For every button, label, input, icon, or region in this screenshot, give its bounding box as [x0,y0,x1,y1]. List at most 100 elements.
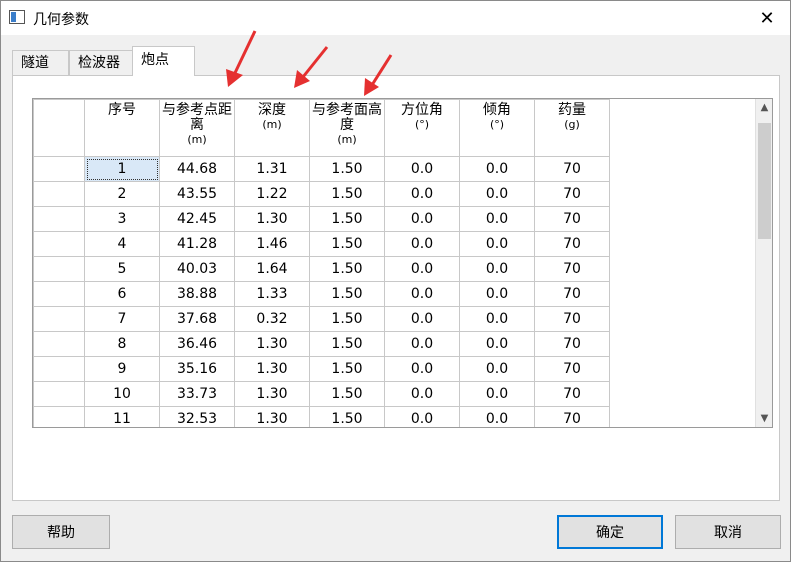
cell-index[interactable]: 10 [84,381,160,407]
cell-azimuth[interactable]: 0.0 [384,181,460,207]
col-header-dip[interactable]: 倾角 (°) [459,99,535,157]
cell-charge[interactable]: 70 [534,306,610,332]
table-row[interactable]: 11 32.53 1.30 1.50 0.0 0.0 70 [33,406,610,427]
cell-height[interactable]: 1.50 [309,181,385,207]
cell-index[interactable]: 1 [84,156,160,182]
cell-azimuth[interactable]: 0.0 [384,406,460,427]
cell-dip[interactable]: 0.0 [459,206,535,232]
col-header-height[interactable]: 与参考面高度 (m) [309,99,385,157]
table-row[interactable]: 9 35.16 1.30 1.50 0.0 0.0 70 [33,356,610,382]
cell-height[interactable]: 1.50 [309,381,385,407]
cell-azimuth[interactable]: 0.0 [384,331,460,357]
cell-azimuth[interactable]: 0.0 [384,231,460,257]
cell-charge[interactable]: 70 [534,181,610,207]
cell-height[interactable]: 1.50 [309,256,385,282]
cell-azimuth[interactable]: 0.0 [384,206,460,232]
cell-distance[interactable]: 38.88 [159,281,235,307]
table-row[interactable]: 2 43.55 1.22 1.50 0.0 0.0 70 [33,181,610,207]
scroll-down-icon[interactable]: ▼ [756,410,772,427]
row-header[interactable] [33,256,85,282]
cell-charge[interactable]: 70 [534,356,610,382]
cell-charge[interactable]: 70 [534,256,610,282]
cell-index[interactable]: 5 [84,256,160,282]
cell-dip[interactable]: 0.0 [459,356,535,382]
cell-index[interactable]: 4 [84,231,160,257]
row-header[interactable] [33,381,85,407]
cell-height[interactable]: 1.50 [309,156,385,182]
cell-charge[interactable]: 70 [534,281,610,307]
cell-depth[interactable]: 1.30 [234,356,310,382]
cell-charge[interactable]: 70 [534,206,610,232]
cell-distance[interactable]: 43.55 [159,181,235,207]
table-row[interactable]: 6 38.88 1.33 1.50 0.0 0.0 70 [33,281,610,307]
table-row[interactable]: 1 44.68 1.31 1.50 0.0 0.0 70 [33,156,610,182]
table-row[interactable]: 5 40.03 1.64 1.50 0.0 0.0 70 [33,256,610,282]
col-header-charge[interactable]: 药量 (g) [534,99,610,157]
row-header[interactable] [33,206,85,232]
cell-distance[interactable]: 44.68 [159,156,235,182]
cell-distance[interactable]: 40.03 [159,256,235,282]
cell-dip[interactable]: 0.0 [459,181,535,207]
cell-depth[interactable]: 1.46 [234,231,310,257]
cell-height[interactable]: 1.50 [309,306,385,332]
cell-index[interactable]: 9 [84,356,160,382]
row-header[interactable] [33,406,85,427]
cell-distance[interactable]: 42.45 [159,206,235,232]
cell-azimuth[interactable]: 0.0 [384,306,460,332]
col-header-depth[interactable]: 深度 (m) [234,99,310,157]
cell-height[interactable]: 1.50 [309,281,385,307]
cell-height[interactable]: 1.50 [309,231,385,257]
row-header[interactable] [33,156,85,182]
cell-height[interactable]: 1.50 [309,356,385,382]
cell-height[interactable]: 1.50 [309,406,385,427]
cell-depth[interactable]: 1.30 [234,331,310,357]
table-row[interactable]: 10 33.73 1.30 1.50 0.0 0.0 70 [33,381,610,407]
cell-dip[interactable]: 0.0 [459,281,535,307]
cell-dip[interactable]: 0.0 [459,406,535,427]
cell-index[interactable]: 8 [84,331,160,357]
cell-dip[interactable]: 0.0 [459,256,535,282]
table-row[interactable]: 8 36.46 1.30 1.50 0.0 0.0 70 [33,331,610,357]
cell-charge[interactable]: 70 [534,156,610,182]
cell-azimuth[interactable]: 0.0 [384,356,460,382]
tab-geophone[interactable]: 检波器 [69,50,134,76]
cell-distance[interactable]: 35.16 [159,356,235,382]
cell-charge[interactable]: 70 [534,406,610,427]
cell-depth[interactable]: 1.33 [234,281,310,307]
cancel-button[interactable]: 取消 [675,515,781,549]
ok-button[interactable]: 确定 [557,515,663,549]
cell-depth[interactable]: 1.64 [234,256,310,282]
scroll-up-icon[interactable]: ▲ [756,99,772,116]
cell-depth[interactable]: 1.30 [234,206,310,232]
row-header[interactable] [33,356,85,382]
cell-depth[interactable]: 1.30 [234,381,310,407]
col-header-azimuth[interactable]: 方位角 (°) [384,99,460,157]
cell-dip[interactable]: 0.0 [459,231,535,257]
cell-depth[interactable]: 0.32 [234,306,310,332]
cell-depth[interactable]: 1.22 [234,181,310,207]
cell-charge[interactable]: 70 [534,231,610,257]
cell-dip[interactable]: 0.0 [459,156,535,182]
shot-point-grid[interactable]: 序号 与参考点距离 (m) 深度 (m) 与参考面高度 (m) 方位角 (°) 倾角 (°… [32,98,773,428]
cell-distance[interactable]: 37.68 [159,306,235,332]
cell-height[interactable]: 1.50 [309,331,385,357]
close-button[interactable]: ✕ [744,1,790,35]
row-header[interactable] [33,281,85,307]
col-header-distance[interactable]: 与参考点距离 (m) [159,99,235,157]
cell-dip[interactable]: 0.0 [459,381,535,407]
cell-dip[interactable]: 0.0 [459,306,535,332]
cell-index[interactable]: 6 [84,281,160,307]
col-header-index[interactable]: 序号 [84,99,160,157]
cell-charge[interactable]: 70 [534,381,610,407]
tab-tunnel[interactable]: 隧道 [12,50,69,76]
row-header[interactable] [33,181,85,207]
cell-azimuth[interactable]: 0.0 [384,256,460,282]
cell-depth[interactable]: 1.30 [234,406,310,427]
row-header[interactable] [33,306,85,332]
cell-distance[interactable]: 32.53 [159,406,235,427]
cell-index[interactable]: 3 [84,206,160,232]
vertical-scrollbar[interactable]: ▲ ▼ [755,99,772,427]
cell-index[interactable]: 2 [84,181,160,207]
row-header[interactable] [33,231,85,257]
help-button[interactable]: 帮助 [12,515,110,549]
